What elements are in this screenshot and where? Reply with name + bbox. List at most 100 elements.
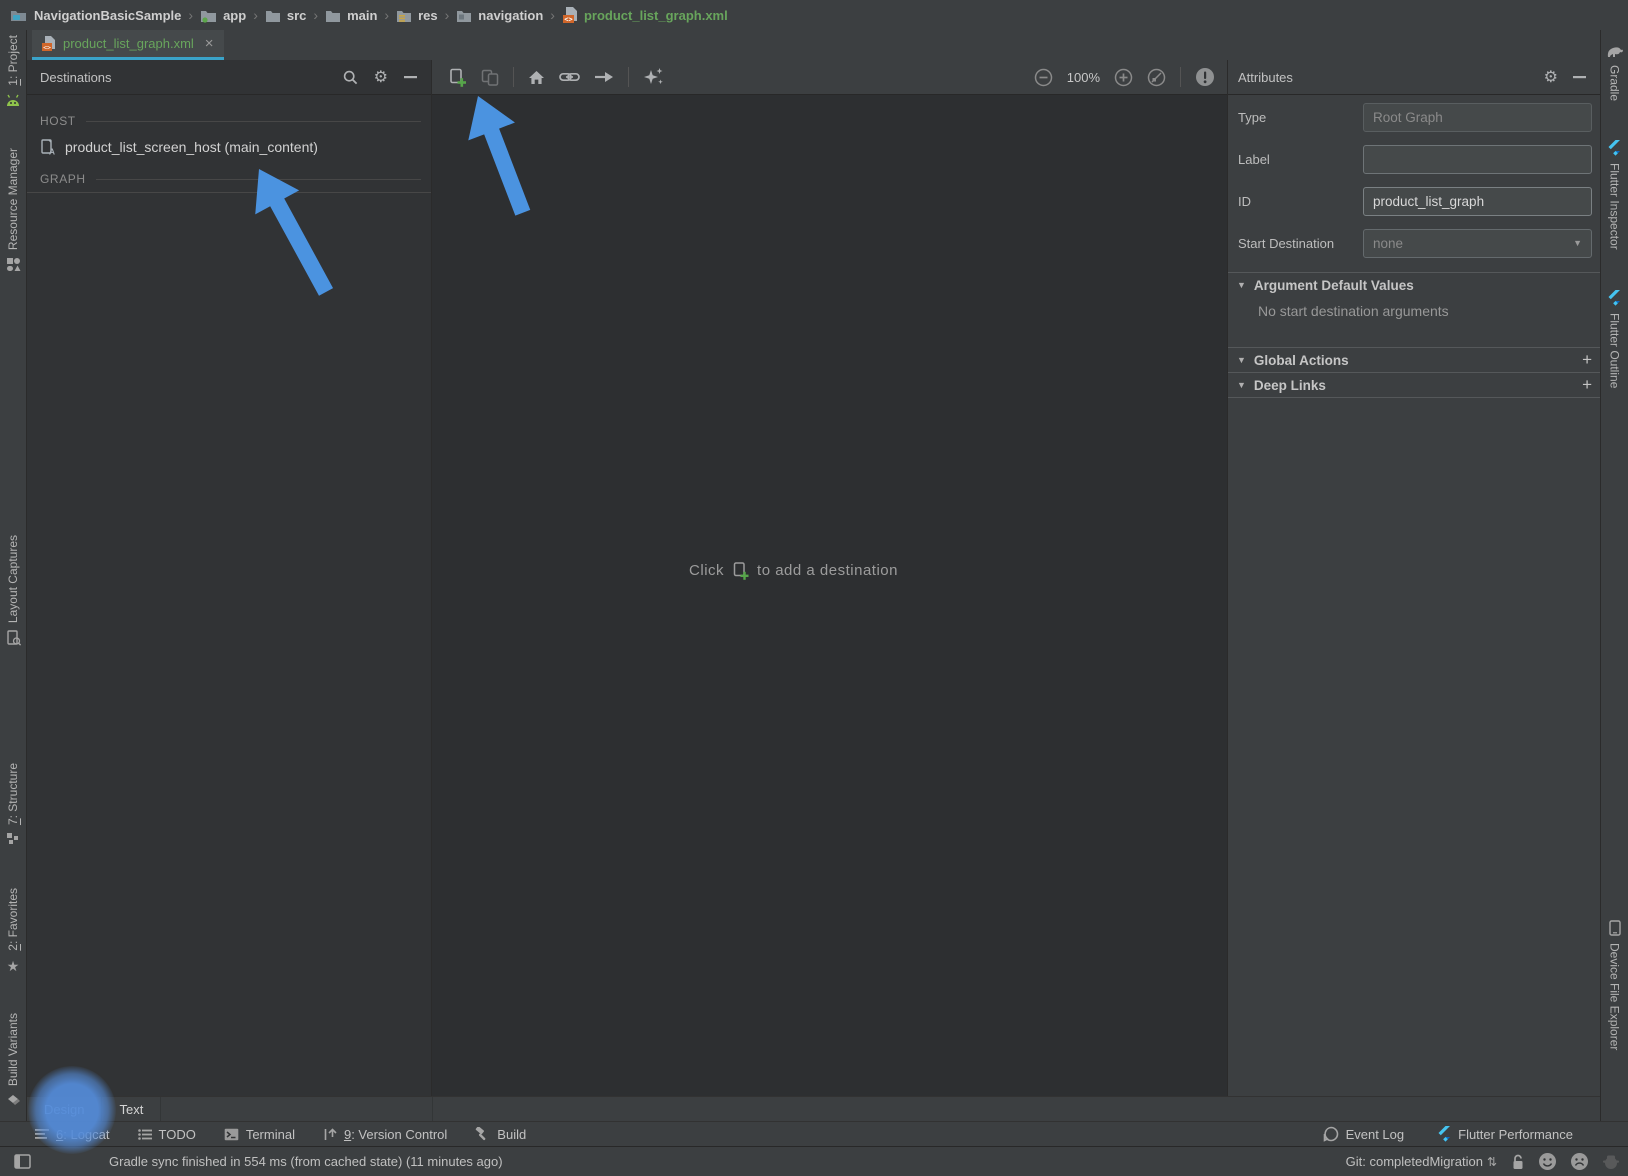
structure-icon — [6, 832, 20, 845]
zoom-out-icon[interactable] — [1034, 68, 1053, 87]
design-surface[interactable]: Click to add a destination — [432, 95, 1227, 1096]
breadcrumb-item-navigation[interactable]: navigation — [456, 8, 543, 23]
nav-editor-canvas-area: 100% Click to add a destination — [432, 60, 1227, 1096]
breadcrumb-item-src[interactable]: src — [265, 8, 307, 23]
editor-tab-bar: <> product_list_graph.xml × — [27, 30, 1600, 60]
hammer-icon — [475, 1127, 490, 1141]
resources-folder-icon — [396, 9, 412, 22]
nav-editor-toolbar: 100% — [432, 60, 1227, 95]
section-deep-links[interactable]: ▼ Deep Links + — [1228, 372, 1600, 397]
sidebar-item-flutter-inspector[interactable]: Flutter Inspector — [1601, 140, 1628, 250]
sidebar-item-build-variants[interactable]: Build Variants — [0, 1013, 26, 1105]
sidebar-item-device-file-explorer[interactable]: Device File Explorer — [1601, 920, 1628, 1050]
attr-row-label: Label — [1238, 144, 1592, 174]
close-icon[interactable]: × — [205, 35, 214, 52]
sad-face-icon[interactable] — [1570, 1152, 1589, 1171]
status-message: Gradle sync finished in 554 ms (from cac… — [109, 1154, 503, 1169]
add-global-action-button[interactable]: + — [1582, 350, 1592, 370]
auto-arrange-sparkles-icon[interactable] — [643, 67, 664, 87]
breadcrumb-item-project[interactable]: NavigationBasicSample — [34, 8, 181, 23]
build-variants-icon — [6, 1093, 21, 1105]
toolwindow-toggle-icon[interactable] — [14, 1154, 31, 1169]
version-control-icon — [323, 1128, 337, 1141]
add-deep-link-button[interactable]: + — [1582, 375, 1592, 395]
start-destination-dropdown[interactable]: none ▼ — [1363, 229, 1592, 258]
event-log-icon — [1323, 1126, 1339, 1142]
folder-icon — [325, 9, 341, 22]
breadcrumb-item-res[interactable]: res — [396, 8, 438, 23]
tab-product-list-graph[interactable]: <> product_list_graph.xml × — [32, 30, 224, 60]
tab-design[interactable]: Design — [27, 1097, 102, 1121]
svg-text:<>: <> — [564, 16, 572, 24]
section-argument-default-values[interactable]: ▼ Argument Default Values — [1228, 272, 1600, 297]
attributes-panel: Attributes ⚙ Type Root Graph Label ID pr… — [1227, 60, 1600, 1096]
gear-icon[interactable]: ⚙ — [1544, 67, 1558, 87]
attr-row-id: ID product_list_graph — [1238, 186, 1592, 216]
home-icon[interactable] — [528, 70, 545, 85]
sidebar-item-gradle[interactable]: Gradle — [1601, 45, 1628, 101]
add-destination-icon — [732, 561, 749, 580]
toolwindow-terminal[interactable]: Terminal — [224, 1127, 295, 1142]
panel-title: Attributes — [1238, 70, 1293, 85]
sidebar-item-project[interactable]: 1: Project — [0, 35, 26, 108]
resource-manager-icon — [6, 257, 21, 272]
link-icon[interactable] — [559, 70, 580, 84]
nested-graph-icon[interactable] — [481, 69, 499, 86]
chevron-right-icon: › — [188, 7, 193, 23]
breadcrumb-item-main[interactable]: main — [325, 8, 377, 23]
warnings-icon[interactable] — [1195, 67, 1215, 87]
editor-mode-tabs: Design Text — [27, 1096, 1600, 1121]
todo-list-icon — [138, 1129, 152, 1140]
sidebar-item-flutter-outline[interactable]: Flutter Outline — [1601, 290, 1628, 388]
android-icon — [5, 93, 21, 108]
zoom-in-icon[interactable] — [1114, 68, 1133, 87]
happy-face-icon[interactable] — [1538, 1152, 1557, 1171]
xml-file-icon: <> — [41, 36, 56, 51]
tab-text[interactable]: Text — [102, 1097, 161, 1121]
breadcrumb: NavigationBasicSample › app › src › main… — [0, 0, 1628, 30]
folder-icon — [456, 9, 472, 22]
no-arguments-text: No start destination arguments — [1228, 297, 1600, 347]
list-item-host-destination[interactable]: A product_list_screen_host (main_content… — [27, 133, 431, 161]
svg-text:<>: <> — [43, 44, 51, 52]
chevron-right-icon: › — [253, 7, 258, 23]
git-update-arrows-icon: ⇅ — [1487, 1155, 1497, 1169]
logcat-icon — [35, 1129, 49, 1139]
add-destination-icon[interactable] — [448, 68, 467, 87]
id-field[interactable]: product_list_graph — [1363, 187, 1592, 216]
sidebar-item-structure[interactable]: 7: Structure — [0, 763, 26, 845]
xml-file-icon: <> — [562, 7, 578, 23]
toolwindow-logcat[interactable]: 6: Logcat — [35, 1127, 110, 1142]
empty-canvas-hint: Click to add a destination — [432, 561, 1155, 580]
action-arrow-icon[interactable] — [594, 71, 614, 83]
chevron-right-icon: › — [384, 7, 389, 23]
chevron-right-icon: › — [550, 7, 555, 23]
graph-section-header: GRAPH — [27, 167, 431, 191]
toolwindow-version-control[interactable]: 9: Version Control — [323, 1127, 447, 1142]
toolwindow-todo[interactable]: TODO — [138, 1127, 196, 1142]
sidebar-item-layout-captures[interactable]: Layout Captures — [0, 535, 26, 646]
hide-panel-icon[interactable] — [1573, 76, 1586, 79]
zoom-level-label: 100% — [1067, 70, 1100, 85]
incognito-icon[interactable] — [1602, 1154, 1620, 1170]
label-field[interactable] — [1363, 145, 1592, 174]
project-icon — [10, 8, 27, 22]
toolwindow-event-log[interactable]: Event Log — [1323, 1126, 1405, 1142]
hide-panel-icon[interactable] — [404, 76, 417, 79]
bottom-toolwindow-bar: 6: Logcat TODO Terminal 9: Version Contr… — [0, 1121, 1628, 1146]
breadcrumb-item-file[interactable]: <> product_list_graph.xml — [562, 7, 728, 23]
chevron-right-icon: › — [313, 7, 318, 23]
unlock-icon[interactable] — [1511, 1154, 1525, 1170]
section-global-actions[interactable]: ▼ Global Actions + — [1228, 347, 1600, 372]
attr-row-start-destination: Start Destination none ▼ — [1238, 228, 1592, 258]
zoom-to-fit-icon[interactable] — [1147, 68, 1166, 87]
search-icon[interactable] — [343, 70, 358, 85]
sidebar-item-favorites[interactable]: 2: Favorites ★ — [0, 888, 26, 975]
git-branch-widget[interactable]: Git: completedMigration ⇅ — [1346, 1154, 1497, 1169]
breadcrumb-item-app[interactable]: app — [200, 8, 246, 23]
toolwindow-flutter-performance[interactable]: Flutter Performance — [1438, 1126, 1573, 1142]
toolwindow-build[interactable]: Build — [475, 1127, 526, 1142]
svg-text:A: A — [49, 146, 55, 156]
gear-icon[interactable]: ⚙ — [374, 67, 388, 87]
sidebar-item-resource-manager[interactable]: Resource Manager — [0, 148, 26, 272]
